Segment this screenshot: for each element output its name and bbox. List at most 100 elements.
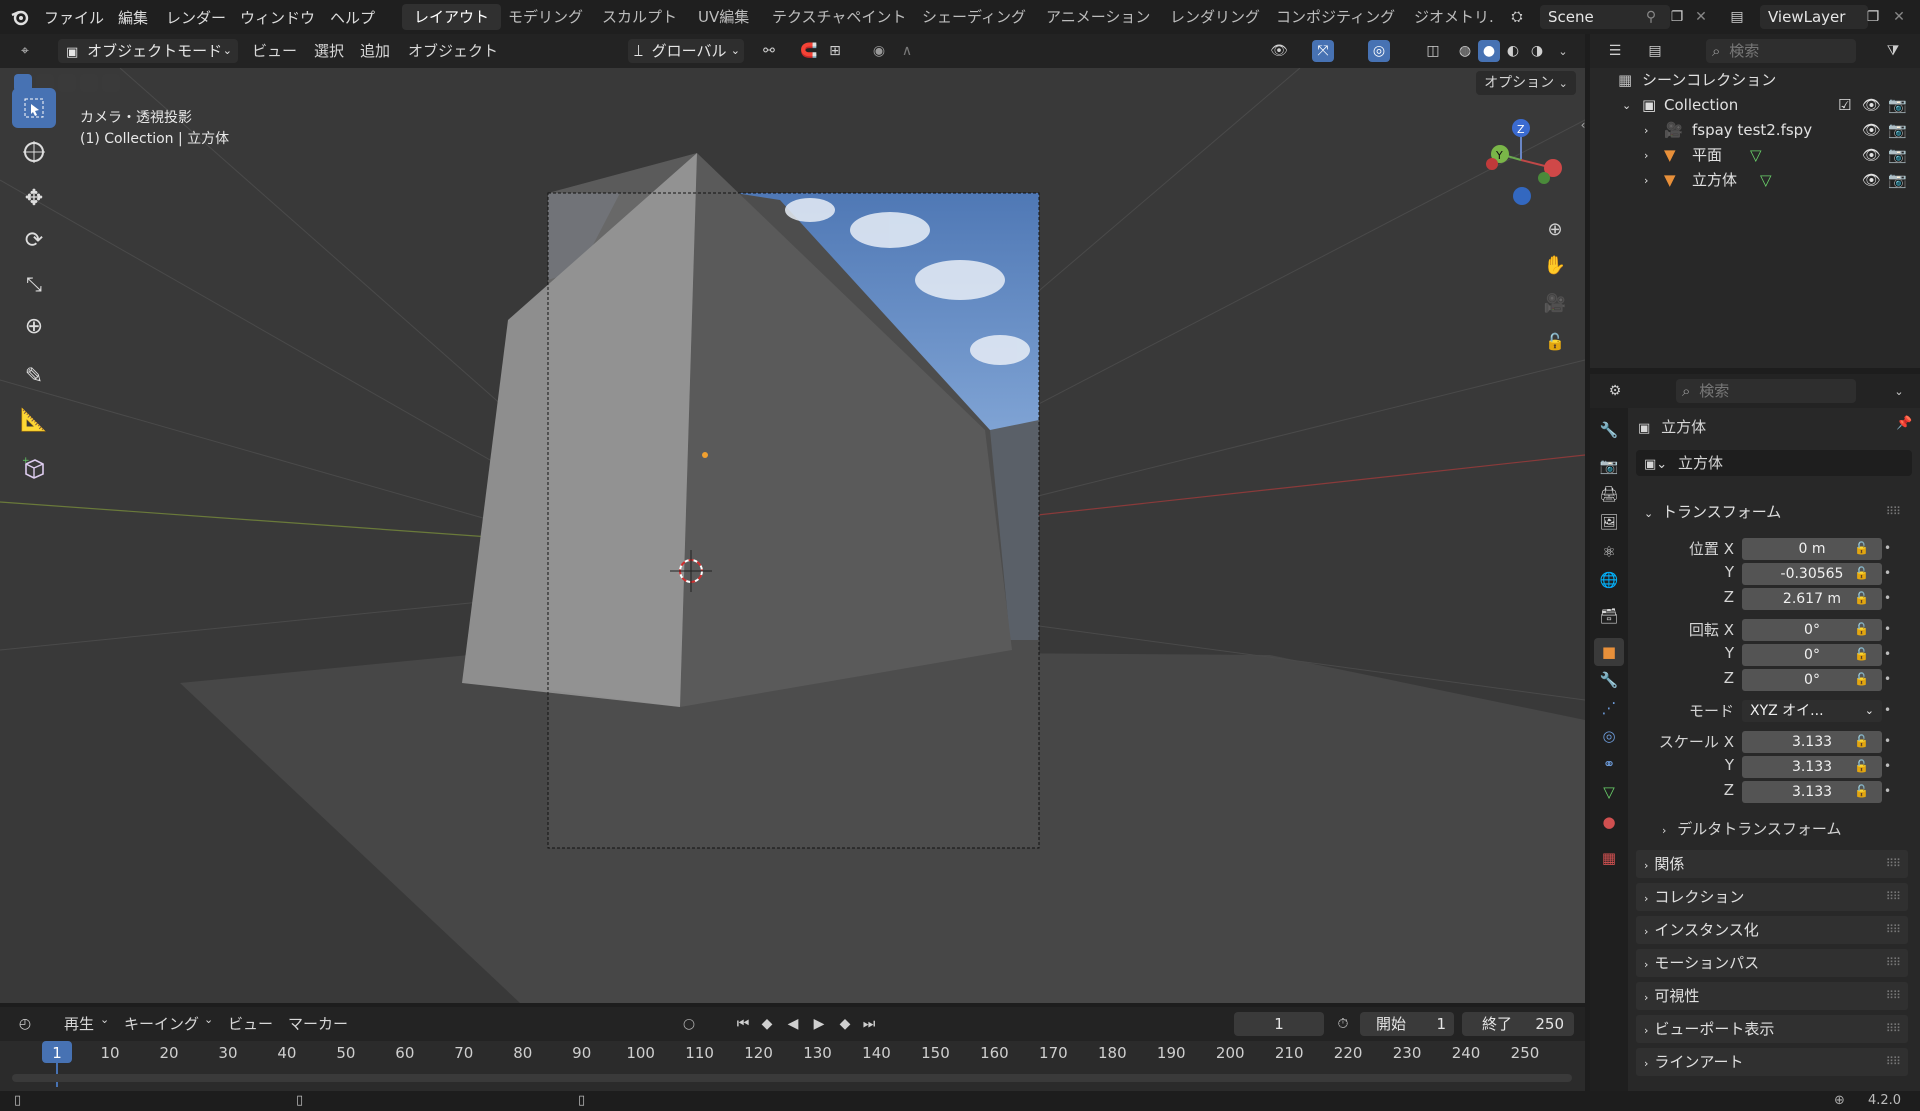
rendered-shading-icon[interactable]: ◑ bbox=[1526, 40, 1548, 62]
properties-editor-icon[interactable]: ⚙ bbox=[1604, 380, 1626, 402]
material-tab-icon[interactable]: ● bbox=[1594, 808, 1624, 836]
stopwatch-icon[interactable]: ⏱ bbox=[1332, 1013, 1354, 1035]
section-viewport-display[interactable]: › ビューポート表示 ⠿⠿ bbox=[1636, 1015, 1908, 1043]
keyframe-dot-icon[interactable]: • bbox=[1884, 591, 1891, 605]
add-cube-tool[interactable]: + bbox=[12, 448, 56, 488]
keyframe-dot-icon[interactable]: • bbox=[1884, 734, 1891, 748]
new-scene-icon[interactable]: ❐ bbox=[1666, 6, 1688, 28]
section-line-art[interactable]: › ラインアート ⠿⠿ bbox=[1636, 1048, 1908, 1076]
drag-handle-icon[interactable]: ⠿⠿ bbox=[1886, 1015, 1901, 1043]
start-frame-field[interactable]: 開始 1 bbox=[1360, 1012, 1454, 1036]
view-layer-field[interactable]: ViewLayer bbox=[1760, 5, 1868, 29]
outliner-item-cube[interactable]: › ▼ 立方体 ▽ 👁 📷 bbox=[1590, 168, 1920, 193]
annotate-tool[interactable]: ✎ bbox=[12, 356, 56, 396]
eye-icon[interactable]: 👁 bbox=[1862, 143, 1881, 168]
modifier-tab-icon[interactable]: 🔧 bbox=[1594, 666, 1624, 694]
lock-camera-icon[interactable]: 🔓 bbox=[1544, 330, 1566, 352]
tool-tab-icon[interactable]: 🔧 bbox=[1594, 416, 1624, 444]
play-reverse-icon[interactable]: ◀ bbox=[782, 1013, 804, 1035]
keyframe-dot-icon[interactable]: • bbox=[1884, 647, 1891, 661]
options-dropdown[interactable]: オプション ⌄ bbox=[1476, 71, 1576, 95]
tab-shading[interactable]: シェーディング bbox=[910, 4, 1038, 30]
menu-timeline-view[interactable]: ビュー bbox=[228, 1013, 273, 1034]
render-tab-icon[interactable]: 📷 bbox=[1594, 452, 1624, 480]
collection-row[interactable]: ⌄ ▣ Collection ☑ 👁 📷 bbox=[1590, 93, 1920, 118]
section-instancing[interactable]: › インスタンス化 ⠿⠿ bbox=[1636, 916, 1908, 944]
chevron-down-icon[interactable]: ⌄ bbox=[1888, 380, 1910, 402]
drag-handle-icon[interactable]: ⠿⠿ bbox=[1886, 850, 1901, 878]
eye-icon[interactable]: 👁 bbox=[1862, 168, 1881, 193]
chevron-right-icon[interactable]: › bbox=[1644, 168, 1648, 193]
menu-window[interactable]: ウィンドウ bbox=[240, 7, 315, 28]
visibility-icon[interactable]: 👁 bbox=[1268, 40, 1290, 62]
chevron-down-icon[interactable]: ⌄ bbox=[1622, 93, 1631, 118]
prev-keyframe-icon[interactable]: ◆ bbox=[756, 1013, 778, 1035]
new-view-layer-icon[interactable]: ❐ bbox=[1862, 6, 1884, 28]
outliner-editor-icon[interactable]: ☰ bbox=[1604, 40, 1626, 62]
outliner-item-plane[interactable]: › ▼ 平面 ▽ 👁 📷 bbox=[1590, 143, 1920, 168]
navigation-gizmo[interactable]: Z Y bbox=[1476, 108, 1566, 208]
menu-file[interactable]: ファイル bbox=[44, 7, 104, 28]
menu-object[interactable]: オブジェクト bbox=[408, 40, 498, 61]
outliner-item-fspy[interactable]: › 🎥 fspay test2.fspy 👁 📷 bbox=[1590, 118, 1920, 143]
material-shading-icon[interactable]: ◐ bbox=[1502, 40, 1524, 62]
menu-playback[interactable]: 再生 bbox=[64, 1013, 94, 1034]
3d-viewport[interactable]: カメラ・透視投影 (1) Collection | 立方体 オプション ⌄ ✥ … bbox=[0, 68, 1585, 1003]
pivot-icon[interactable]: ⚯ bbox=[758, 40, 780, 62]
current-frame-field[interactable]: 1 bbox=[1234, 1012, 1324, 1036]
checkbox-icon[interactable]: ☑ bbox=[1838, 93, 1851, 118]
section-relations[interactable]: › 関係 ⠿⠿ bbox=[1636, 850, 1908, 878]
collapse-sidebar-icon[interactable]: ‹ bbox=[1572, 114, 1585, 136]
lock-icon[interactable]: 🔓 bbox=[1854, 566, 1869, 580]
menu-marker[interactable]: マーカー bbox=[288, 1013, 348, 1034]
blender-logo-icon[interactable] bbox=[10, 7, 30, 27]
view-layer-icon[interactable]: ▤ bbox=[1726, 6, 1748, 28]
keyframe-dot-icon[interactable]: • bbox=[1884, 672, 1891, 686]
tab-uv-editing[interactable]: UV編集 bbox=[686, 4, 761, 30]
properties-search-field[interactable]: ⌕ 検索 bbox=[1676, 379, 1856, 403]
data-tab-icon[interactable]: ▽ bbox=[1594, 778, 1624, 806]
falloff-icon[interactable]: ∧ bbox=[896, 40, 918, 62]
end-frame-field[interactable]: 終了 250 bbox=[1462, 1012, 1574, 1036]
shading-options-icon[interactable]: ⌄ bbox=[1552, 40, 1574, 62]
outliner-search-field[interactable]: ⌕ 検索 bbox=[1706, 39, 1856, 63]
eye-icon[interactable]: 👁 bbox=[1862, 118, 1881, 143]
lock-icon[interactable]: 🔓 bbox=[1854, 622, 1869, 636]
wireframe-shading-icon[interactable]: ◍ bbox=[1454, 40, 1476, 62]
editor-type-icon[interactable]: ⌖ bbox=[14, 40, 36, 62]
constraints-tab-icon[interactable]: ⚭ bbox=[1594, 750, 1624, 778]
record-icon[interactable]: ○ bbox=[678, 1013, 700, 1035]
keyframe-dot-icon[interactable]: • bbox=[1884, 784, 1891, 798]
menu-edit[interactable]: 編集 bbox=[118, 7, 148, 28]
drag-handle-icon[interactable]: ⠿⠿ bbox=[1886, 883, 1901, 911]
lock-icon[interactable]: 🔓 bbox=[1854, 647, 1869, 661]
select-box-tool[interactable] bbox=[12, 88, 56, 128]
chevron-right-icon[interactable]: › bbox=[1644, 143, 1648, 168]
tab-animation[interactable]: アニメーション bbox=[1034, 4, 1162, 30]
measure-tool[interactable]: 📐 bbox=[12, 400, 56, 440]
pin-icon[interactable]: ⚲ bbox=[1640, 6, 1662, 28]
texture-tab-icon[interactable]: ▦ bbox=[1594, 844, 1624, 872]
chevron-right-icon[interactable]: › bbox=[1644, 118, 1648, 143]
tab-sculpt[interactable]: スカルプト bbox=[590, 4, 689, 30]
next-keyframe-icon[interactable]: ◆ bbox=[834, 1013, 856, 1035]
tab-geometry[interactable]: ジオメトリ. bbox=[1402, 4, 1506, 30]
move-tool[interactable]: ✥ bbox=[12, 178, 56, 218]
object-tab-icon[interactable]: ■ bbox=[1594, 638, 1624, 666]
tab-rendering[interactable]: レンダリング bbox=[1158, 4, 1272, 30]
cursor-tool[interactable] bbox=[12, 132, 56, 172]
tab-modeling[interactable]: モデリング bbox=[496, 4, 595, 30]
drag-handle-icon[interactable]: ⠿⠿ bbox=[1886, 1048, 1901, 1076]
camera-render-icon[interactable]: 📷 bbox=[1888, 143, 1907, 168]
menu-view[interactable]: ビュー bbox=[252, 40, 297, 61]
gizmo-icon[interactable]: ⤧ bbox=[1312, 40, 1334, 62]
timeline-scrollbar[interactable] bbox=[12, 1074, 1572, 1082]
lock-icon[interactable]: 🔓 bbox=[1854, 784, 1869, 798]
orientation-dropdown[interactable]: ⟘ グローバル ⌄ bbox=[628, 39, 744, 63]
pin-icon[interactable]: 📌 bbox=[1896, 416, 1912, 431]
camera-render-icon[interactable]: 📷 bbox=[1888, 168, 1907, 193]
rotation-mode-dropdown[interactable]: XYZ オイ... ⌄ bbox=[1742, 700, 1882, 722]
camera-view-icon[interactable]: 🎥 bbox=[1544, 292, 1566, 314]
delta-transform-subpanel[interactable]: › デルタトランスフォーム bbox=[1662, 818, 1841, 839]
transform-section-header[interactable]: ⌄ トランスフォーム ⠿⠿ bbox=[1636, 498, 1908, 526]
